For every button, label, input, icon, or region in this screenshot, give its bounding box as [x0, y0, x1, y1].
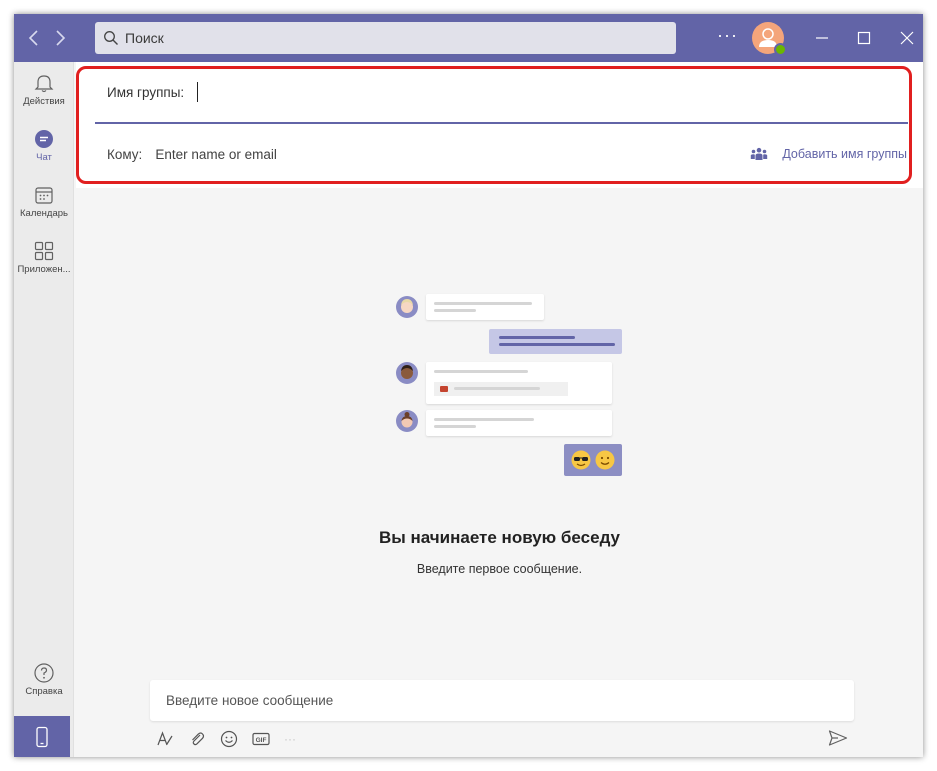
rail-item-label: Чат	[36, 152, 52, 163]
presence-badge	[774, 43, 787, 56]
rail-item-label: Приложен...	[17, 264, 71, 275]
teams-window: Поиск ··· Действия Чат Календарь Приложе…	[14, 14, 923, 757]
gif-icon[interactable]: GIF	[252, 730, 270, 748]
attach-icon[interactable]	[188, 730, 206, 748]
phone-icon	[36, 726, 48, 748]
smile-emoji-icon	[595, 450, 615, 470]
empty-state-subtitle: Введите первое сообщение.	[416, 562, 583, 576]
rail-item-apps[interactable]: Приложен...	[14, 240, 74, 275]
calendar-icon	[33, 184, 55, 206]
mobile-app-button[interactable]	[14, 716, 70, 757]
rail-item-activity[interactable]: Действия	[14, 72, 74, 107]
compose-toolbar: GIF ···	[156, 728, 316, 750]
more-options-button[interactable]: ···	[717, 25, 738, 46]
chat-icon	[33, 128, 55, 150]
incoming-bubble-attachment	[426, 362, 612, 404]
apps-icon	[33, 240, 55, 262]
empty-state-title: Вы начинаете новую беседу	[378, 528, 621, 547]
search-icon	[103, 30, 119, 46]
rail-item-help[interactable]: Справка	[14, 662, 74, 697]
compose-placeholder: Введите новое сообщение	[166, 693, 334, 708]
avatar[interactable]	[752, 22, 787, 56]
minimize-icon[interactable]	[810, 26, 834, 50]
rail-item-label: Справка	[25, 686, 63, 697]
bell-icon	[33, 72, 55, 94]
person-3-icon	[396, 410, 418, 432]
incoming-bubble	[426, 294, 544, 320]
search-placeholder: Поиск	[125, 30, 164, 46]
format-icon[interactable]	[156, 730, 174, 748]
emoji-bubble	[564, 444, 622, 476]
rail-item-label: Календарь	[20, 208, 68, 219]
emoji-icon[interactable]	[220, 730, 238, 748]
close-icon[interactable]	[895, 26, 919, 50]
title-bar: Поиск ···	[14, 14, 923, 62]
compose-box[interactable]: Введите новое сообщение	[150, 680, 854, 721]
help-icon	[33, 662, 55, 684]
more-actions-button[interactable]: ···	[284, 730, 302, 748]
incoming-bubble	[426, 410, 612, 436]
rail-item-chat[interactable]: Чат	[14, 128, 74, 163]
person-2-icon	[396, 362, 418, 384]
svg-text:GIF: GIF	[256, 737, 267, 744]
highlight-frame	[76, 66, 912, 184]
maximize-icon[interactable]	[852, 26, 876, 50]
person-1-icon	[396, 296, 418, 318]
back-chevron-icon[interactable]	[22, 26, 46, 50]
forward-chevron-icon[interactable]	[48, 26, 72, 50]
rail-item-calendar[interactable]: Календарь	[14, 184, 74, 219]
send-icon[interactable]	[828, 729, 848, 747]
conversation-illustration	[390, 289, 622, 479]
app-rail: Действия Чат Календарь Приложен... Справ…	[14, 62, 74, 757]
search-box[interactable]: Поиск	[95, 22, 676, 54]
sunglasses-emoji-icon	[571, 450, 591, 470]
outgoing-bubble	[489, 329, 622, 354]
rail-item-label: Действия	[23, 96, 65, 107]
